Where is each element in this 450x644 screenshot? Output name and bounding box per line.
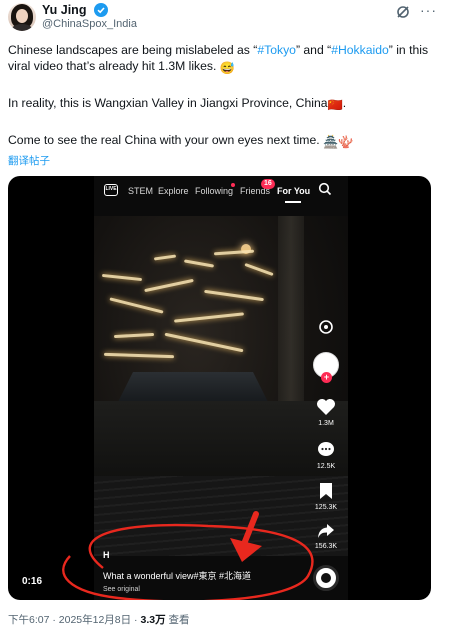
music-disc-icon[interactable] bbox=[313, 565, 339, 591]
save-button[interactable]: 125.3K bbox=[306, 482, 346, 511]
grok-icon[interactable] bbox=[396, 5, 410, 19]
author-handle[interactable]: @ChinaSpox_India bbox=[42, 18, 137, 30]
comment-button[interactable]: 12.5K bbox=[306, 441, 346, 470]
tweet-paragraph-1: Chinese landscapes are being mislabeled … bbox=[8, 42, 444, 76]
share-button[interactable]: 156.3K bbox=[306, 523, 346, 550]
heart-icon bbox=[317, 399, 335, 415]
pagoda-coral-emoji: 🏯🪸 bbox=[323, 135, 354, 149]
caption-username[interactable]: H bbox=[103, 550, 110, 560]
tab-explore[interactable]: Explore bbox=[158, 186, 189, 196]
follow-plus-icon[interactable]: + bbox=[321, 372, 332, 383]
see-original-link[interactable]: See original bbox=[103, 586, 140, 593]
refresh-icon[interactable] bbox=[318, 319, 334, 337]
author-name[interactable]: Yu Jing bbox=[42, 3, 86, 17]
post-timestamp[interactable]: 下午6:07 · 2025年12月8日 · bbox=[8, 614, 140, 626]
tab-stem[interactable]: STEM bbox=[128, 186, 153, 196]
text-span: ” and “ bbox=[295, 43, 332, 57]
comment-icon bbox=[318, 442, 334, 456]
view-count: 3.3万 bbox=[140, 614, 166, 626]
save-count: 125.3K bbox=[314, 504, 338, 511]
hashtag-hokkaido[interactable]: #Hokkaido bbox=[331, 43, 389, 57]
translate-post-link[interactable]: 翻译帖子 bbox=[8, 153, 50, 168]
friends-badge: 16 bbox=[261, 179, 275, 189]
building-roof bbox=[118, 372, 268, 402]
text-span: . bbox=[342, 96, 347, 110]
sweat-smile-emoji: 😅 bbox=[219, 61, 235, 75]
tweet-footer: 下午6:07 · 2025年12月8日 · 3.3万 查看 bbox=[8, 612, 190, 627]
share-count: 156.3K bbox=[314, 543, 338, 550]
share-arrow-icon bbox=[318, 524, 334, 538]
avatar[interactable] bbox=[8, 3, 36, 31]
tweet-paragraph-2: In reality, this is Wangxian Valley in J… bbox=[8, 95, 444, 113]
tab-following[interactable]: Following bbox=[195, 186, 233, 196]
active-tab-indicator bbox=[285, 201, 301, 203]
tiktok-side-actions: + 1.3M 12.5K 125.3K 156.3K bbox=[306, 176, 346, 600]
verified-badge-icon bbox=[94, 3, 108, 17]
bookmark-icon bbox=[320, 483, 332, 499]
text-span: Chinese landscapes are being mislabeled … bbox=[8, 43, 258, 57]
views-label: 查看 bbox=[165, 614, 190, 626]
tweet-header: Yu Jing @ChinaSpox_India ··· bbox=[0, 0, 450, 40]
tweet-paragraph-3: Come to see the real China with your own… bbox=[8, 132, 444, 150]
notification-dot bbox=[231, 183, 235, 187]
like-button[interactable]: 1.3M bbox=[306, 398, 346, 427]
text-span: Come to see the real China with your own… bbox=[8, 133, 320, 147]
comment-count: 12.5K bbox=[316, 463, 336, 470]
text-span: In reality, this is Wangxian Valley in J… bbox=[8, 96, 328, 110]
video-duration: 0:16 bbox=[22, 576, 43, 587]
hashtag-tokyo[interactable]: #Tokyo bbox=[257, 43, 296, 57]
live-icon[interactable]: LIVE bbox=[104, 184, 118, 196]
tiktok-video-frame: LIVE STEM Explore Following Friends 16 F… bbox=[94, 176, 348, 600]
video-media[interactable]: LIVE STEM Explore Following Friends 16 F… bbox=[8, 176, 431, 600]
caption-text: What a wonderful view#東京 #北海道 bbox=[103, 571, 252, 581]
china-flag-emoji: 🇨🇳 bbox=[327, 98, 343, 112]
more-icon[interactable]: ··· bbox=[420, 3, 437, 17]
like-count: 1.3M bbox=[318, 420, 334, 427]
